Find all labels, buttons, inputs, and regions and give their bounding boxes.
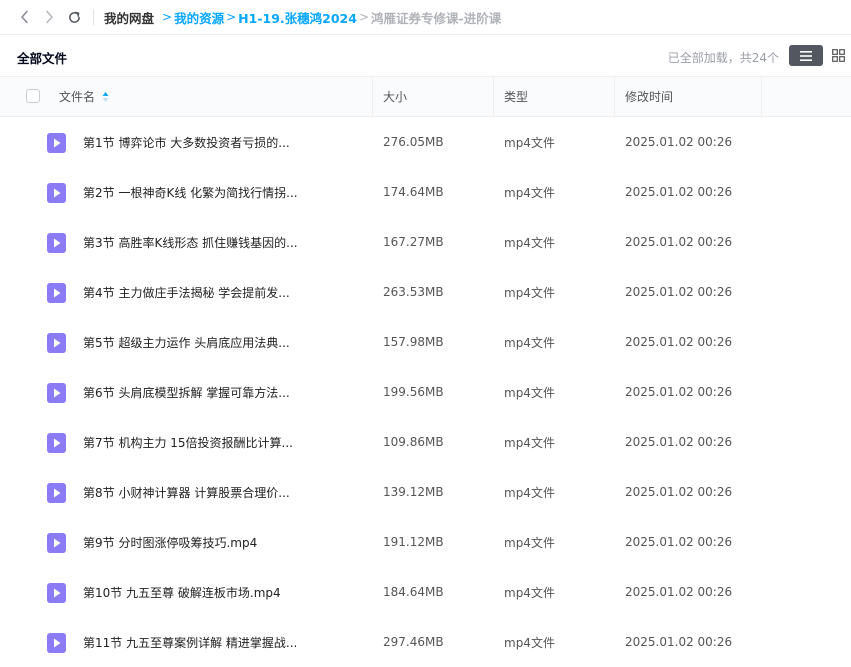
table-row[interactable]: 第1节 博弈论市 大多数投资者亏损的... 276.05MB mp4文件 202… [0, 117, 851, 167]
grid-view-icon [831, 49, 845, 62]
video-file-icon [47, 183, 66, 203]
file-type: mp4文件 [504, 485, 555, 500]
breadcrumb-current: 鸿雁证券专修课-进阶课 [371, 10, 502, 26]
file-modified: 2025.01.02 00:26 [625, 535, 733, 549]
file-modified: 2025.01.02 00:26 [625, 285, 733, 299]
file-modified: 2025.01.02 00:26 [625, 185, 733, 199]
file-modified: 2025.01.02 00:26 [625, 485, 733, 499]
table-row[interactable]: 第11节 九五至尊案例详解 精进掌握战... 297.46MB mp4文件 20… [0, 617, 851, 667]
load-status: 已全部加载，共24个 [667, 51, 779, 65]
column-header-size[interactable]: 大小 [383, 77, 407, 116]
file-size: 157.98MB [383, 335, 444, 349]
divider [0, 34, 851, 35]
file-size: 199.56MB [383, 385, 444, 399]
file-type: mp4文件 [504, 185, 555, 200]
table-header: 文件名 大小 类型 修改时间 [0, 76, 851, 117]
file-type: mp4文件 [504, 435, 555, 450]
video-file-icon [47, 233, 66, 253]
breadcrumb: 我的网盘 > 我的资源 > H1-19.张穗鸿2024 > 鸿雁证券专修课-进阶… [104, 0, 501, 34]
breadcrumb-level2[interactable]: H1-19.张穗鸿2024 [238, 8, 357, 27]
video-file-icon [47, 533, 66, 553]
file-name[interactable]: 第1节 博弈论市 大多数投资者亏损的... [83, 117, 290, 167]
file-size: 184.64MB [383, 585, 444, 599]
column-divider [761, 77, 762, 116]
file-type: mp4文件 [504, 535, 555, 550]
chevron-right-icon[interactable] [38, 6, 60, 28]
column-divider [614, 77, 615, 116]
breadcrumb-separator: > [226, 10, 237, 24]
column-header-name[interactable]: 文件名 [59, 77, 109, 116]
video-file-icon [47, 483, 66, 503]
file-type: mp4文件 [504, 385, 555, 400]
file-name[interactable]: 第3节 高胜率K线形态 抓住赚钱基因的... [83, 217, 298, 267]
file-size: 109.86MB [383, 435, 444, 449]
video-file-icon [47, 333, 66, 353]
file-name[interactable]: 第10节 九五至尊 破解连板市场.mp4 [83, 567, 281, 617]
file-type: mp4文件 [504, 335, 555, 350]
file-modified: 2025.01.02 00:26 [625, 585, 733, 599]
file-size: 167.27MB [383, 235, 444, 249]
file-name[interactable]: 第8节 小财神计算器 计算股票合理价... [83, 467, 290, 517]
file-modified: 2025.01.02 00:26 [625, 335, 733, 349]
grid-view-button[interactable] [826, 45, 850, 66]
table-row[interactable]: 第3节 高胜率K线形态 抓住赚钱基因的... 167.27MB mp4文件 20… [0, 217, 851, 267]
file-name[interactable]: 第4节 主力做庄手法揭秘 学会提前发... [83, 267, 290, 317]
file-size: 276.05MB [383, 135, 444, 149]
table-row[interactable]: 第6节 头肩底模型拆解 掌握可靠方法... 199.56MB mp4文件 202… [0, 367, 851, 417]
list-view-button[interactable] [789, 45, 823, 66]
top-navigation-bar: 我的网盘 > 我的资源 > H1-19.张穗鸿2024 > 鸿雁证券专修课-进阶… [0, 0, 851, 34]
file-name[interactable]: 第7节 机构主力 15倍投资报酬比计算... [83, 417, 293, 467]
table-row[interactable]: 第10节 九五至尊 破解连板市场.mp4 184.64MB mp4文件 2025… [0, 567, 851, 617]
list-view-icon [800, 50, 812, 61]
file-name[interactable]: 第2节 一根神奇K线 化繁为简找行情拐... [83, 167, 298, 217]
file-modified: 2025.01.02 00:26 [625, 385, 733, 399]
column-divider [493, 77, 494, 116]
table-row[interactable]: 第5节 超级主力运作 头肩底应用法典... 157.98MB mp4文件 202… [0, 317, 851, 367]
video-file-icon [47, 583, 66, 603]
nav-divider [93, 9, 94, 25]
file-name[interactable]: 第9节 分时图涨停吸筹技巧.mp4 [83, 517, 257, 567]
breadcrumb-level1[interactable]: 我的资源 [174, 8, 224, 27]
breadcrumb-separator: > [358, 10, 369, 24]
file-modified: 2025.01.02 00:26 [625, 435, 733, 449]
breadcrumb-separator: > [162, 10, 173, 24]
video-file-icon [47, 383, 66, 403]
file-type: mp4文件 [504, 635, 555, 650]
file-modified: 2025.01.02 00:26 [625, 635, 733, 649]
table-row[interactable]: 第9节 分时图涨停吸筹技巧.mp4 191.12MB mp4文件 2025.01… [0, 517, 851, 567]
refresh-icon[interactable] [63, 6, 85, 28]
file-modified: 2025.01.02 00:26 [625, 235, 733, 249]
video-file-icon [47, 433, 66, 453]
sort-ascending-icon[interactable] [102, 91, 109, 103]
file-size: 297.46MB [383, 635, 444, 649]
file-type: mp4文件 [504, 585, 555, 600]
file-toolbar: 全部文件 已全部加载，共24个 [0, 36, 851, 76]
file-type: mp4文件 [504, 235, 555, 250]
file-type: mp4文件 [504, 135, 555, 150]
table-row[interactable]: 第4节 主力做庄手法揭秘 学会提前发... 263.53MB mp4文件 202… [0, 267, 851, 317]
column-header-name-label: 文件名 [59, 90, 96, 104]
chevron-left-icon[interactable] [14, 6, 36, 28]
file-modified: 2025.01.02 00:26 [625, 135, 733, 149]
file-type: mp4文件 [504, 285, 555, 300]
file-size: 174.64MB [383, 185, 444, 199]
file-name[interactable]: 第11节 九五至尊案例详解 精进掌握战... [83, 617, 297, 667]
table-row[interactable]: 第7节 机构主力 15倍投资报酬比计算... 109.86MB mp4文件 20… [0, 417, 851, 467]
video-file-icon [47, 633, 66, 653]
table-row[interactable]: 第8节 小财神计算器 计算股票合理价... 139.12MB mp4文件 202… [0, 467, 851, 517]
column-header-type[interactable]: 类型 [504, 77, 528, 116]
file-size: 263.53MB [383, 285, 444, 299]
file-name[interactable]: 第5节 超级主力运作 头肩底应用法典... [83, 317, 290, 367]
page-title: 全部文件 [17, 51, 68, 66]
video-file-icon [47, 133, 66, 153]
breadcrumb-root[interactable]: 我的网盘 [104, 8, 154, 27]
table-row[interactable]: 第2节 一根神奇K线 化繁为简找行情拐... 174.64MB mp4文件 20… [0, 167, 851, 217]
file-size: 139.12MB [383, 485, 444, 499]
column-divider [372, 77, 373, 116]
file-name[interactable]: 第6节 头肩底模型拆解 掌握可靠方法... [83, 367, 290, 417]
video-file-icon [47, 283, 66, 303]
column-header-modified[interactable]: 修改时间 [625, 77, 673, 116]
file-size: 191.12MB [383, 535, 444, 549]
select-all-checkbox[interactable] [26, 89, 40, 103]
